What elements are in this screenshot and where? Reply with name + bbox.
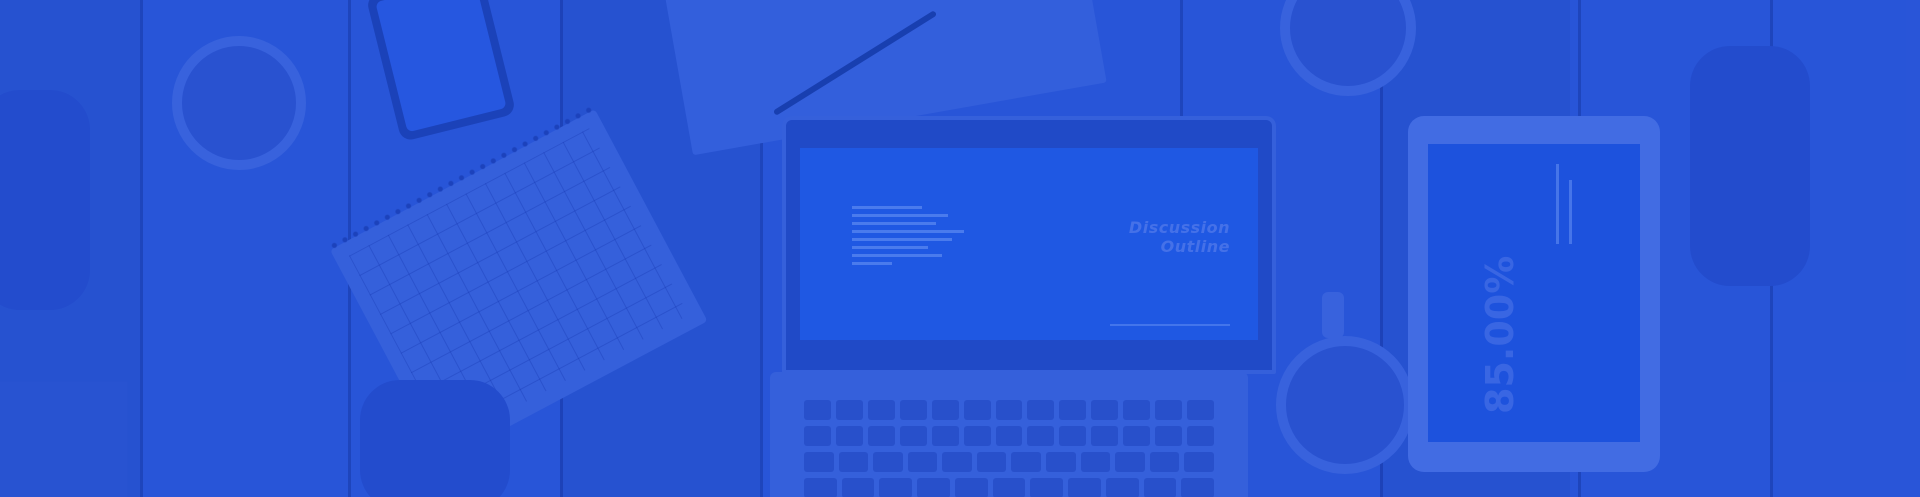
- hand-right: [1690, 46, 1810, 286]
- hero-banner: Discussion Outline 85.00%: [0, 0, 1920, 497]
- outline-list: [852, 206, 964, 270]
- laptop: Discussion Outline: [782, 116, 1276, 374]
- laptop-screen: Discussion Outline: [800, 148, 1258, 340]
- tablet-text-lines: [1556, 164, 1578, 249]
- slide-title: Discussion Outline: [1129, 218, 1230, 256]
- slide-footer-line: [1110, 324, 1230, 326]
- laptop-keyboard: [770, 372, 1248, 497]
- tablet-screen: 85.00%: [1428, 144, 1640, 442]
- hand-writing: [360, 380, 510, 497]
- tablet: 85.00%: [1408, 116, 1660, 472]
- coffee-mug-bottom: [1276, 336, 1414, 474]
- slide-title-line2: Outline: [1160, 237, 1230, 256]
- tablet-percent-value: 85.00%: [1478, 255, 1522, 414]
- coffee-mug-left: [172, 36, 306, 170]
- mug-handle: [1322, 292, 1344, 338]
- hand-left: [0, 90, 90, 310]
- slide-title-line1: Discussion: [1128, 218, 1230, 237]
